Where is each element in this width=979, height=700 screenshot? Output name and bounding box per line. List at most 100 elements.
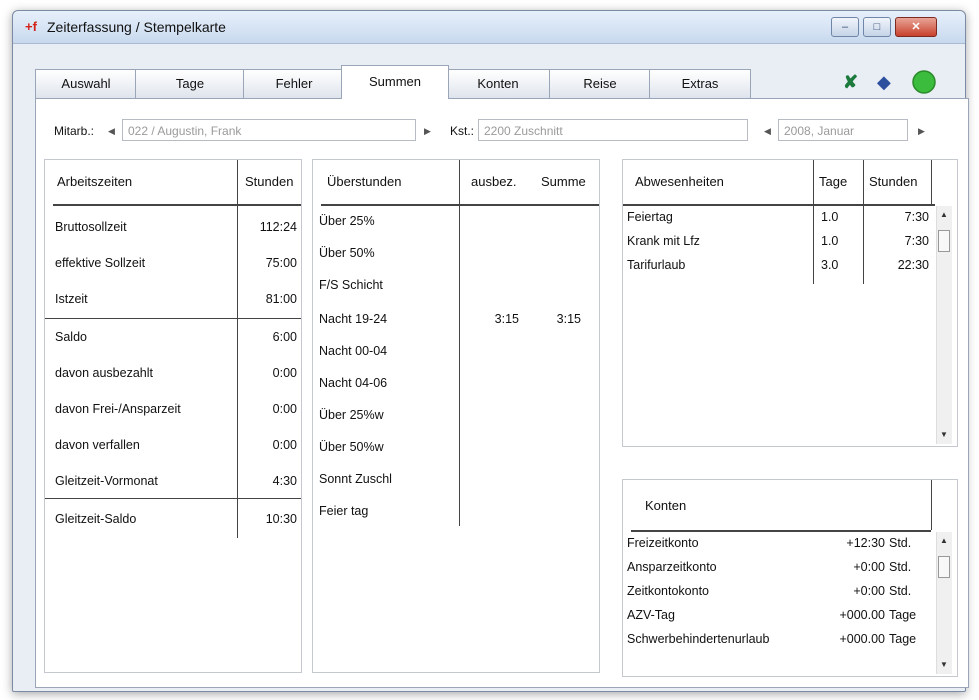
arbeitszeiten-header: Arbeitszeiten	[57, 174, 133, 189]
abwesenheit-stunden: 7:30	[904, 234, 929, 248]
konto-value: +0:00	[853, 560, 885, 574]
tab-extras[interactable]: Extras	[649, 69, 751, 98]
excel-icon[interactable]: ✘	[843, 71, 858, 93]
section-divider	[45, 318, 301, 319]
arbeitszeit-value: 6:00	[272, 330, 297, 344]
konto-value: +0:00	[853, 584, 885, 598]
employee-field[interactable]: 022 / Augustin, Frank	[122, 119, 416, 141]
arbeitszeit-value: 4:30	[272, 474, 297, 488]
abwesenheit-stunden: 22:30	[897, 258, 929, 272]
book-icon[interactable]: ◆	[877, 71, 891, 93]
abwesenheit-tage: 1.0	[821, 210, 839, 224]
next-period-arrow-icon[interactable]: ▶	[918, 126, 925, 137]
konto-label: Freizeitkonto	[627, 536, 699, 550]
konto-value: +000.00	[839, 632, 885, 646]
tab-reise[interactable]: Reise	[549, 69, 651, 98]
tab-tage[interactable]: Tage	[135, 69, 245, 98]
column-divider	[931, 480, 932, 530]
stunden-header: Stunden	[869, 174, 918, 189]
konto-label: AZV-Tag	[627, 608, 675, 622]
ueberstunden-label: F/S Schicht	[319, 278, 383, 292]
arbeitszeit-label: effektive Sollzeit	[55, 256, 146, 270]
arbeitszeit-label: Gleitzeit-Vormonat	[55, 474, 158, 488]
header-divider	[321, 204, 599, 206]
konto-value: +000.00	[839, 608, 885, 622]
ueberstunden-label: Sonnt Zuschl	[319, 472, 392, 486]
minimize-button[interactable]: –	[831, 17, 859, 37]
konten-header: Konten	[645, 498, 687, 513]
arbeitszeit-value: 75:00	[265, 256, 297, 270]
konto-value: +12:30	[846, 536, 885, 550]
arbeitszeit-label: Saldo	[55, 330, 87, 344]
stunden-header: Stunden	[245, 174, 294, 189]
app-window: +f Zeiterfassung / Stempelkarte – □ ✕ Au…	[12, 10, 969, 692]
abwesenheit-tage: 1.0	[821, 234, 839, 248]
section-divider	[45, 498, 301, 499]
summe-header: Summe	[541, 174, 586, 189]
konto-unit: Std.	[889, 560, 912, 574]
ueberstunden-label: Über 50%w	[319, 440, 384, 454]
cost-center-field[interactable]: 2200 Zuschnitt	[478, 119, 748, 141]
konto-label: Ansparzeitkonto	[627, 560, 717, 574]
arbeitszeit-value: 81:00	[265, 292, 297, 306]
tab-fehler[interactable]: Fehler	[243, 69, 345, 98]
header-divider	[631, 530, 931, 532]
abwesenheiten-group: Abwesenheiten Tage Stunden Feiertag 1.0 …	[622, 159, 958, 447]
arbeitszeit-label: davon Frei-/Ansparzeit	[55, 402, 181, 416]
abwesenheit-stunden: 7:30	[904, 210, 929, 224]
prev-employee-arrow-icon[interactable]: ◀	[108, 126, 115, 137]
mitarb-label: Mitarb.:	[54, 124, 95, 138]
arbeitszeit-label: Bruttosollzeit	[55, 220, 127, 234]
ausbez-header: ausbez.	[471, 174, 517, 189]
ueberstunden-header: Überstunden	[327, 174, 402, 189]
gleitzeit-saldo-label: Gleitzeit-Saldo	[55, 512, 137, 526]
maximize-button[interactable]: □	[863, 17, 891, 37]
window-title: Zeiterfassung / Stempelkarte	[47, 19, 226, 35]
arbeitszeit-value: 112:24	[259, 220, 297, 234]
tab-auswahl[interactable]: Auswahl	[35, 69, 137, 98]
ueberstunden-group: Überstunden ausbez. Summe Über 25% Über …	[312, 159, 600, 673]
scroll-up-icon[interactable]: ▲	[940, 536, 948, 545]
period-field[interactable]: 2008, Januar	[778, 119, 908, 141]
abwesenheit-tage: 3.0	[821, 258, 839, 272]
konto-unit: Tage	[889, 608, 917, 622]
ueberstunden-label: Über 25%	[319, 214, 375, 228]
abwesenheit-label: Feiertag	[627, 210, 673, 224]
app-logo-icon: +f	[25, 19, 37, 34]
ueberstunden-ausbez-value: 3:15	[494, 312, 519, 326]
konto-unit: Std.	[889, 584, 912, 598]
arbeitszeit-value: 0:00	[272, 402, 297, 416]
close-button[interactable]: ✕	[895, 17, 937, 37]
green-status-icon[interactable]	[911, 69, 937, 100]
summen-panel: Mitarb.: ◀ 022 / Augustin, Frank ▶ Kst.:…	[35, 98, 969, 688]
arbeitszeiten-group: Arbeitszeiten Stunden Bruttosollzeit 112…	[44, 159, 302, 673]
tab-summen[interactable]: Summen	[341, 65, 449, 99]
ueberstunden-label: Nacht 00-04	[319, 344, 388, 358]
column-divider	[813, 160, 814, 284]
scroll-down-icon[interactable]: ▼	[940, 430, 948, 439]
tage-header: Tage	[819, 174, 848, 189]
title-bar: +f Zeiterfassung / Stempelkarte – □ ✕	[13, 11, 965, 44]
scroll-thumb[interactable]	[938, 556, 950, 578]
prev-period-arrow-icon[interactable]: ◀	[764, 126, 771, 137]
abwesenheit-label: Tarifurlaub	[627, 258, 686, 272]
abwesenheit-label: Krank mit Lfz	[627, 234, 700, 248]
next-employee-arrow-icon[interactable]: ▶	[424, 126, 431, 137]
ueberstunden-label: Feier tag	[319, 504, 369, 518]
arbeitszeit-label: davon ausbezahlt	[55, 366, 153, 380]
konten-scrollbar[interactable]: ▲ ▼	[936, 532, 952, 674]
arbeitszeit-value: 0:00	[272, 438, 297, 452]
abwesenheiten-scrollbar[interactable]: ▲ ▼	[936, 206, 952, 444]
konto-label: Zeitkontokonto	[627, 584, 709, 598]
column-divider	[459, 160, 460, 526]
tab-konten[interactable]: Konten	[445, 69, 551, 98]
arbeitszeit-label: davon verfallen	[55, 438, 140, 452]
konto-unit: Tage	[889, 632, 917, 646]
scroll-up-icon[interactable]: ▲	[940, 210, 948, 219]
header-divider	[623, 204, 935, 206]
konto-label: Schwerbehindertenurlaub	[627, 632, 770, 646]
scroll-thumb[interactable]	[938, 230, 950, 252]
konto-unit: Std.	[889, 536, 912, 550]
ueberstunden-label: Nacht 19-24	[319, 312, 388, 326]
scroll-down-icon[interactable]: ▼	[940, 660, 948, 669]
